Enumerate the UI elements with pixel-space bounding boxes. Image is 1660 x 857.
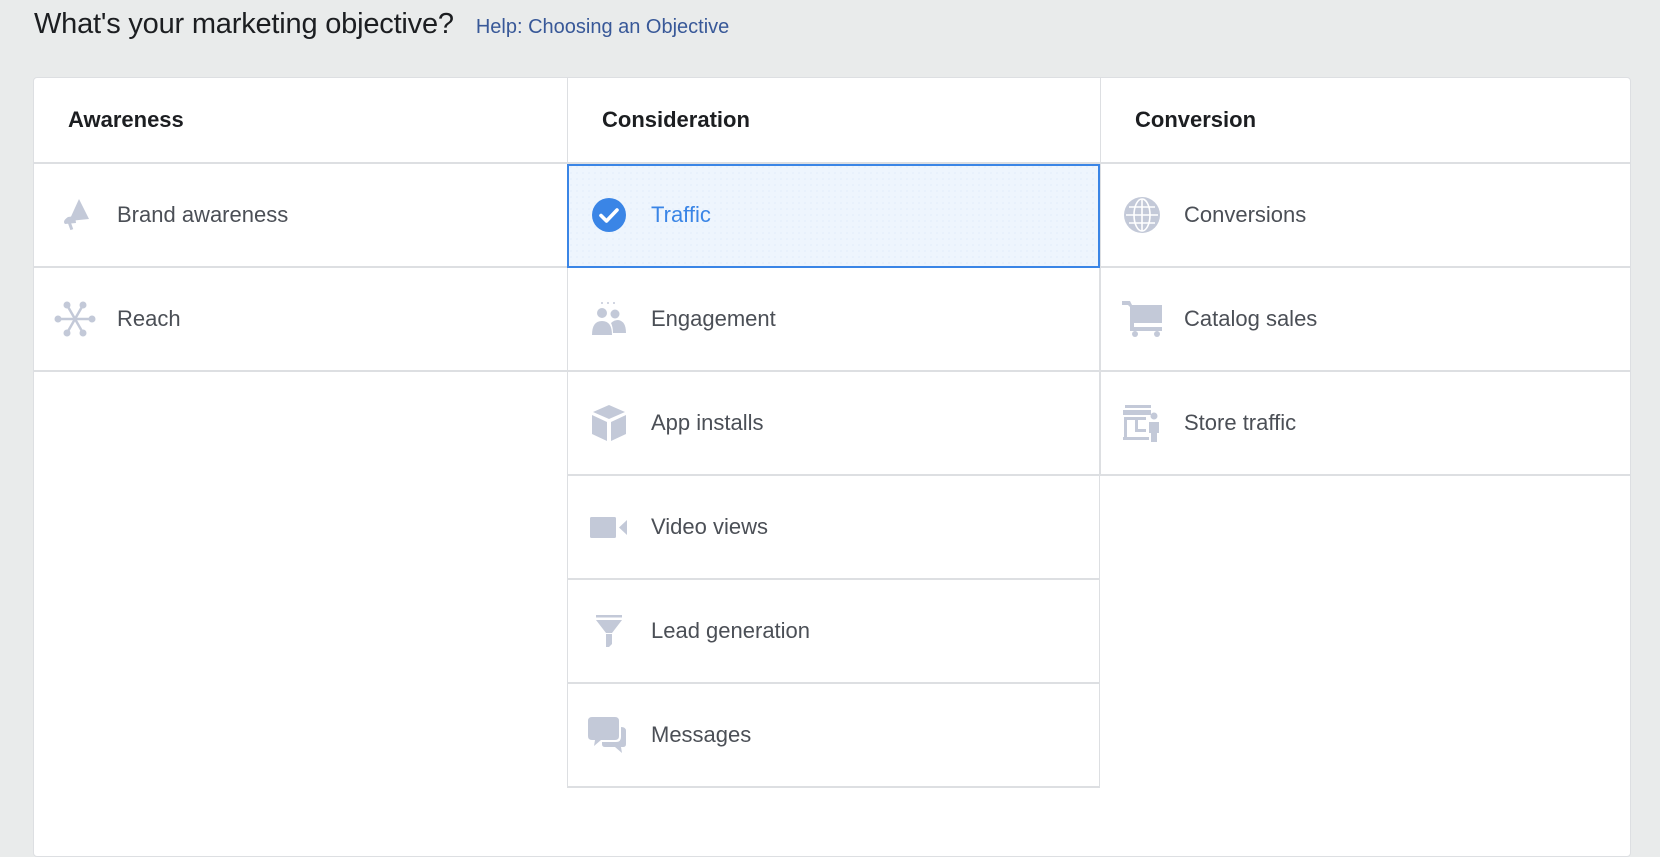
- storefront-icon: [1121, 402, 1163, 444]
- cube-icon: [588, 402, 630, 444]
- objective-app-installs[interactable]: App installs: [567, 372, 1100, 476]
- network-icon: [54, 298, 96, 340]
- video-camera-icon: [588, 506, 630, 548]
- objective-reach[interactable]: Reach: [34, 268, 567, 372]
- column-conversion: Conversion Conversions Catalog sales Sto…: [1100, 78, 1631, 476]
- check-circle-icon: [588, 194, 630, 236]
- title-bar: What's your marketing objective? Help: C…: [34, 8, 729, 48]
- objective-brand-awareness[interactable]: Brand awareness: [34, 164, 567, 268]
- objective-label: Messages: [651, 722, 752, 747]
- objective-conversions[interactable]: Conversions: [1100, 164, 1631, 268]
- page-title: What's your marketing objective?: [34, 8, 454, 40]
- help-choosing-objective-link[interactable]: Help: Choosing an Objective: [476, 16, 729, 39]
- objective-traffic[interactable]: Traffic: [567, 164, 1100, 268]
- objective-label: Lead generation: [651, 618, 811, 643]
- objective-label: Engagement: [651, 306, 776, 331]
- people-icon: [588, 298, 630, 340]
- objective-label: Store traffic: [1184, 410, 1297, 435]
- objective-label: Traffic: [651, 202, 711, 227]
- objective-label: Brand awareness: [117, 202, 289, 227]
- objective-label: App installs: [651, 410, 764, 435]
- column-awareness: Awareness Brand awareness Reach: [34, 78, 567, 372]
- column-header: Consideration: [567, 78, 1100, 164]
- globe-icon: [1121, 194, 1163, 236]
- column-header: Conversion: [1100, 78, 1631, 164]
- column-header: Awareness: [34, 78, 567, 164]
- objective-label: Catalog sales: [1184, 306, 1318, 331]
- objective-lead-generation[interactable]: Lead generation: [567, 580, 1100, 684]
- objective-grid: Awareness Brand awareness Reach Consider…: [33, 77, 1631, 857]
- objective-label: Conversions: [1184, 202, 1307, 227]
- objective-store-traffic[interactable]: Store traffic: [1100, 372, 1631, 476]
- chat-bubbles-icon: [588, 714, 630, 756]
- objective-messages[interactable]: Messages: [567, 684, 1100, 788]
- objective-label: Reach: [117, 306, 181, 331]
- objective-label: Video views: [651, 514, 768, 539]
- funnel-icon: [588, 610, 630, 652]
- objective-video-views[interactable]: Video views: [567, 476, 1100, 580]
- shopping-cart-icon: [1121, 298, 1163, 340]
- megaphone-icon: [54, 194, 96, 236]
- objective-engagement[interactable]: Engagement: [567, 268, 1100, 372]
- objective-catalog-sales[interactable]: Catalog sales: [1100, 268, 1631, 372]
- column-consideration: Consideration Traffic Engagement App ins…: [567, 78, 1100, 788]
